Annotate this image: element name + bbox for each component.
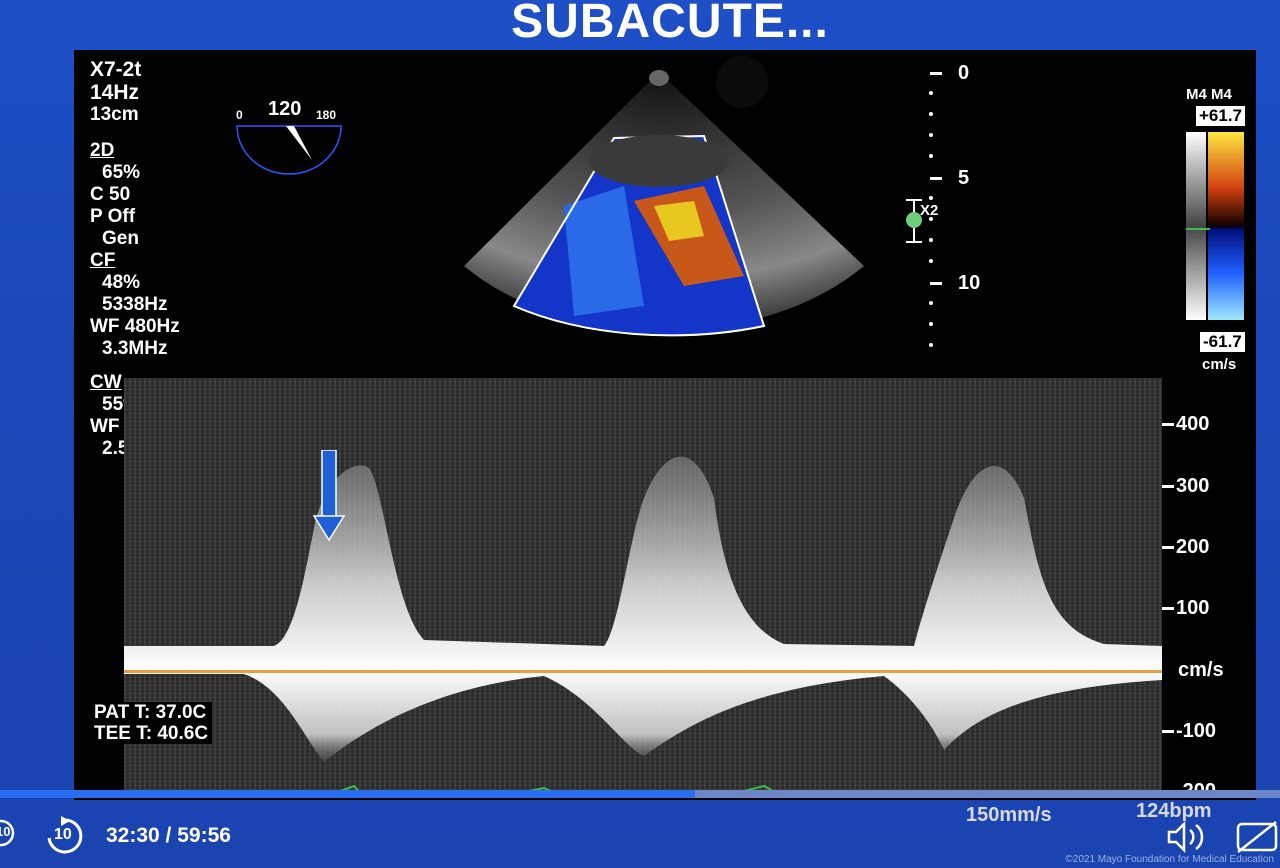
volume-icon [1167,820,1204,854]
color-velocity-bar: M4 M4 +61.7 -61.7 cm/s [1182,86,1256,386]
cf-label: CF [90,250,116,271]
cf-gain: 48% [102,272,141,293]
vel-unit: cm/s [1178,659,1224,681]
colorbar-max: +61.7 [1196,106,1246,126]
focus-marker: X2 [902,198,952,244]
captions-button[interactable] [1236,820,1280,854]
duration: 59:56 [177,824,231,847]
marker-dot-icon [716,56,768,108]
colorbar-unit: cm/s [1202,356,1237,373]
colormap-label: M4 M4 [1186,86,1232,103]
depth-5: 5 [958,167,970,189]
focus-zoom-label: X2 [920,202,939,219]
doppler-envelope [124,456,1162,798]
sector-image [464,70,864,337]
cf-freq: 3.3MHz [102,338,168,359]
tee-temp: TEE T: 40.6C [94,723,209,744]
cf-prf: 5338Hz [102,294,168,315]
time-separator: / [159,824,178,847]
progress-fill [0,790,695,798]
echo-display: X7-2t 14Hz 13cm 2D 65% C 50 P Off Gen CF… [74,50,1256,800]
velocity-ticks [1162,423,1174,794]
vel-100: 100 [1176,597,1210,619]
twod-persist: P Off [90,206,136,227]
closed-captions-icon [1236,821,1278,853]
progress-bar[interactable] [0,790,1280,798]
velocity-scale: 400 300 200 100 cm/s -100 -200 [1162,410,1256,800]
volume-button[interactable] [1166,820,1210,854]
vel-neg100: -100 [1176,720,1217,742]
vel-300: 300 [1176,475,1210,497]
cf-wall-filter: WF 480Hz [90,316,180,337]
slide-title: SUBACUTE... [511,0,829,48]
depth-0: 0 [958,62,970,84]
colorbar-gradient [1186,132,1244,320]
twod-compress: C 50 [90,184,131,205]
copyright-notice: ©2021 Mayo Foundation for Medical Educat… [1065,854,1274,865]
vel-400: 400 [1176,413,1210,435]
skip-forward-button[interactable]: 10 [44,816,84,856]
frame-rate: 14Hz [90,81,140,104]
twod-gain: 65% [102,162,141,183]
skip-forward-label: 10 [54,826,72,843]
skip-back-button[interactable]: 10 [0,818,16,848]
patient-temp: PAT T: 37.0C [94,702,209,723]
down-arrow-icon [312,450,346,542]
probe-label: X7-2t [90,58,142,81]
twod-mode: Gen [102,228,139,249]
time-display: 32:30 / 59:56 [106,824,231,848]
skip-back-label: 10 [0,824,11,839]
current-time: 32:30 [106,824,160,847]
depth-10: 10 [958,272,981,294]
depth-readout: 13cm [90,104,139,125]
angle-indicator: 0 120 180 [234,98,346,182]
vel-200: 200 [1176,536,1210,558]
colorbar-min: -61.7 [1200,332,1245,352]
video-controls: 10 10 32:30 / 59:56 ©2021 Mayo Foundatio… [0,790,1280,868]
temperature-readout: PAT T: 37.0C TEE T: 40.6C [90,702,213,744]
angle-dial-icon [236,125,342,175]
twod-label: 2D [90,140,115,161]
